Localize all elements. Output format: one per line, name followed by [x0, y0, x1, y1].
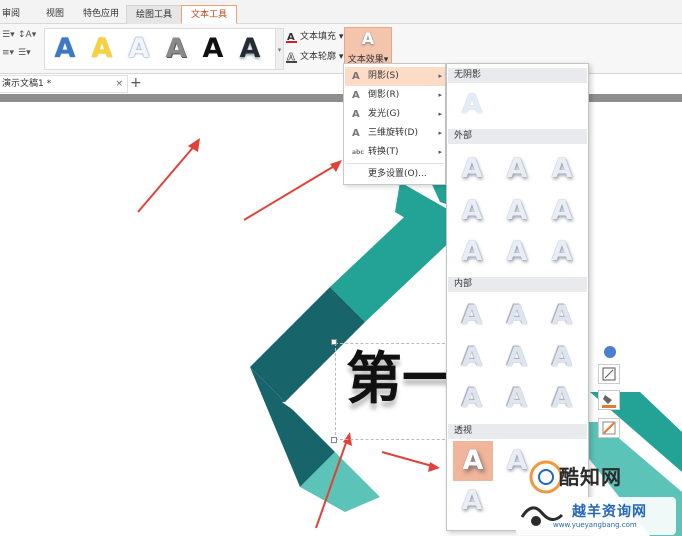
- shadow-option-outer[interactable]: A: [545, 152, 579, 186]
- menu-item-more-settings[interactable]: 更多设置(O)...: [345, 165, 445, 184]
- resize-handle[interactable]: [331, 437, 337, 443]
- fill-bucket-icon[interactable]: [598, 390, 620, 410]
- transform-icon: abc: [352, 149, 364, 156]
- style-outline-a[interactable]: A: [124, 31, 154, 67]
- slide-title-text[interactable]: 第一: [346, 345, 458, 415]
- outline-style-icon[interactable]: [598, 418, 620, 438]
- shadow-option-inner[interactable]: A: [455, 382, 489, 416]
- resize-handle[interactable]: [331, 339, 337, 345]
- menu-item-glow[interactable]: A 发光(G) ▸: [345, 105, 445, 124]
- shadow-option-outer[interactable]: A: [500, 194, 534, 228]
- text-effect-menu: A 阴影(S) ▸ A 倒影(R) ▸ A 发光(G) ▸ A 三维旋转(D) …: [343, 63, 446, 185]
- gallery-more-icon[interactable]: ▾: [276, 28, 284, 70]
- submenu-arrow-icon: ▸: [438, 129, 442, 137]
- menu-item-label: 发光(G): [368, 109, 400, 119]
- dropdown-arrow-icon: ▾: [338, 52, 344, 62]
- close-icon[interactable]: ×: [115, 76, 123, 93]
- shadow-option-outer[interactable]: A: [455, 235, 489, 269]
- art-text-style-gallery: A A A A A A: [44, 28, 276, 70]
- shadow-option-inner[interactable]: A: [500, 382, 534, 416]
- text-fill-label: 文本填充: [300, 32, 337, 42]
- section-outer: 外部: [448, 129, 587, 144]
- shape-style-icon[interactable]: [598, 364, 620, 384]
- shadow-option-none[interactable]: A: [455, 88, 489, 122]
- text-fill-icon: A: [286, 32, 297, 43]
- menu-item-label: 转换(T): [368, 147, 399, 157]
- shadow-option-perspective[interactable]: A: [455, 484, 489, 518]
- text-direction-icon[interactable]: ↕A▾: [18, 30, 36, 40]
- document-tab-label: 演示文稿1 *: [2, 79, 52, 89]
- menu-item-label: 三维旋转(D): [368, 128, 418, 138]
- shadow-option-outer[interactable]: A: [455, 194, 489, 228]
- shadow-option-inner[interactable]: A: [545, 341, 579, 375]
- glow-icon: A: [352, 109, 360, 120]
- menu-item-label: 更多设置(O)...: [368, 169, 427, 179]
- shadow-option-inner[interactable]: A: [500, 299, 534, 333]
- text-effect-icon: A: [361, 29, 375, 48]
- shadow-icon: A: [352, 71, 360, 82]
- reflection-icon: A: [352, 90, 360, 101]
- text-fill-button[interactable]: A 文本填充 ▾: [284, 28, 343, 46]
- style-dark-a[interactable]: A: [235, 31, 265, 67]
- watermark-brand-2: 越羊资询网: [572, 504, 647, 520]
- style-black-a[interactable]: A: [198, 31, 228, 67]
- shadow-option-inner[interactable]: A: [545, 299, 579, 333]
- style-blue-a[interactable]: A: [50, 31, 80, 67]
- ribbon-tab-bar: 审阅 视图 特色应用 绘图工具 文本工具: [0, 0, 682, 24]
- menu-item-3d-rotation[interactable]: A 三维旋转(D) ▸: [345, 124, 445, 143]
- shadow-option-inner[interactable]: A: [500, 341, 534, 375]
- section-perspective: 透视: [448, 424, 587, 439]
- menu-item-label: 阴影(S): [368, 71, 399, 81]
- document-tab[interactable]: 演示文稿1 * ×: [0, 75, 128, 93]
- new-tab-button[interactable]: +: [130, 75, 142, 91]
- style-gold-a[interactable]: A: [87, 31, 117, 67]
- menu-item-reflection[interactable]: A 倒影(R) ▸: [345, 86, 445, 105]
- submenu-arrow-icon: ▸: [438, 72, 442, 80]
- watermark-url: www.yueyangbang.com: [553, 521, 637, 529]
- watermark-brand: 酷知网: [559, 465, 622, 489]
- tab-review[interactable]: 审阅: [0, 5, 22, 24]
- submenu-arrow-icon: ▸: [438, 148, 442, 156]
- tab-special-apps[interactable]: 特色应用: [80, 5, 122, 24]
- tab-view[interactable]: 视图: [38, 5, 72, 24]
- align-icon[interactable]: ≡▾: [2, 48, 14, 58]
- tab-text-tools[interactable]: 文本工具: [181, 5, 237, 24]
- shadow-option-outer[interactable]: A: [545, 194, 579, 228]
- text-outline-icon: A: [286, 52, 297, 63]
- dropdown-arrow-icon: ▾: [338, 32, 344, 42]
- menu-item-shadow[interactable]: A 阴影(S) ▸: [345, 67, 445, 86]
- text-outline-label: 文本轮廓: [300, 52, 337, 62]
- shadow-option-outer[interactable]: A: [545, 235, 579, 269]
- collapse-icon[interactable]: [604, 346, 616, 358]
- shadow-option-inner[interactable]: A: [545, 382, 579, 416]
- line-spacing-icon[interactable]: ☰▾: [18, 48, 31, 58]
- shadow-option-perspective-selected[interactable]: A: [453, 441, 493, 481]
- shadow-option-outer[interactable]: A: [500, 152, 534, 186]
- text-outline-button[interactable]: A 文本轮廓 ▾: [284, 48, 343, 66]
- screen: { "tabs": { "review": "审阅", "view": "视图"…: [0, 0, 682, 536]
- menu-item-transform[interactable]: abc 转换(T) ▸: [345, 143, 445, 162]
- indent-icon[interactable]: ☰▾: [2, 30, 15, 40]
- shadow-option-outer[interactable]: A: [500, 235, 534, 269]
- tab-drawing-tools[interactable]: 绘图工具: [126, 5, 182, 24]
- watermark: 酷知网 越羊资询网 www.yueyangbang.com: [508, 455, 682, 536]
- style-grey-a[interactable]: A: [161, 31, 191, 67]
- paragraph-tools: ☰▾ ↕A▾ ≡▾ ☰▾: [0, 28, 42, 72]
- shadow-option-inner[interactable]: A: [455, 341, 489, 375]
- submenu-arrow-icon: ▸: [438, 110, 442, 118]
- menu-separator: [346, 163, 444, 164]
- menu-item-label: 倒影(R): [368, 90, 400, 100]
- submenu-arrow-icon: ▸: [438, 91, 442, 99]
- 3d-rotation-icon: A: [352, 128, 360, 139]
- section-no-shadow: 无阴影: [448, 68, 587, 83]
- section-inner: 内部: [448, 277, 587, 292]
- shadow-option-inner[interactable]: A: [455, 299, 489, 333]
- shadow-option-outer[interactable]: A: [455, 152, 489, 186]
